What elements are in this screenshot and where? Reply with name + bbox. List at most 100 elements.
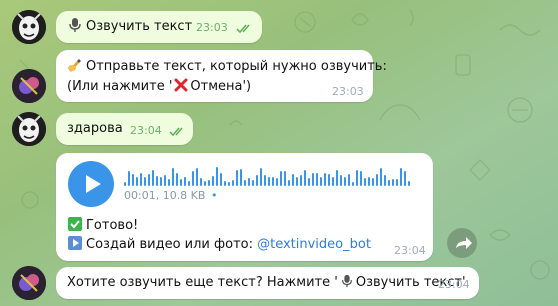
waveform-bar <box>380 168 382 186</box>
waveform-bar <box>296 177 298 186</box>
play-voice-button[interactable] <box>68 161 114 207</box>
waveform-bar <box>256 175 258 186</box>
waveform-bar <box>148 174 150 186</box>
waveform-bar <box>192 171 194 186</box>
waveform-bar <box>284 171 286 186</box>
waveform-bar <box>140 173 142 186</box>
waveform-bar <box>308 178 310 186</box>
waveform-bar <box>396 179 398 186</box>
outgoing-message[interactable]: Озвучить текст 23:03 <box>56 11 262 43</box>
waveform-bar <box>388 180 390 186</box>
waveform-bar <box>144 177 146 186</box>
waveform-bar <box>248 178 250 186</box>
waveform-bar <box>408 181 410 186</box>
forward-button[interactable] <box>447 228 477 258</box>
incoming-message[interactable]: Отправьте текст, который нужно озвучить:… <box>56 50 387 102</box>
waveform-bar <box>200 178 202 186</box>
cross-mark-icon <box>174 78 188 92</box>
waveform-bar <box>184 177 186 186</box>
microphone-icon <box>69 18 81 32</box>
play-button-icon <box>68 236 82 250</box>
writing-hand-icon <box>68 59 81 72</box>
read-checkmarks-icon <box>236 24 250 34</box>
waveform-bar <box>128 171 130 186</box>
incoming-voice-message[interactable]: 00:01, 10.8 KB • Готово! Создай видео ил… <box>56 153 433 261</box>
waveform-bar <box>260 168 262 186</box>
waveform-bar <box>344 177 346 186</box>
bot-link[interactable]: @textinvideo_bot <box>257 237 371 252</box>
waveform-bar <box>156 176 158 186</box>
waveform-bar <box>268 177 270 186</box>
message-text-line2-prefix: (Или нажмите ' <box>67 79 173 94</box>
voice-waveform[interactable] <box>124 164 412 186</box>
waveform-bar <box>276 178 278 186</box>
message-time: 23:04 <box>438 278 470 291</box>
message-time: 23:03 <box>196 21 228 34</box>
waveform-bar <box>160 177 162 186</box>
user-avatar[interactable] <box>12 112 46 146</box>
message-text-prefix: Хотите озвучить еще текст? Нажмите ' <box>67 275 338 290</box>
waveform-bar <box>196 168 198 186</box>
waveform-bar <box>292 174 294 186</box>
check-mark-button-icon <box>68 217 82 231</box>
waveform-bar <box>328 174 330 186</box>
waveform-bar <box>224 181 226 186</box>
waveform-bar <box>236 170 238 186</box>
waveform-bar <box>372 178 374 186</box>
message-text-line2: Создай видео или фото: <box>86 237 258 252</box>
waveform-bar <box>152 170 154 186</box>
waveform-bar <box>400 168 402 186</box>
waveform-bar <box>336 170 338 186</box>
microphone-icon <box>341 274 352 288</box>
message-text: Озвучить текст <box>86 19 193 34</box>
waveform-bar <box>316 173 318 186</box>
share-arrow-icon <box>456 237 472 249</box>
message-time: 23:04 <box>130 124 162 137</box>
waveform-bar <box>384 175 386 186</box>
waveform-bar <box>240 169 242 186</box>
message-time: 23:03 <box>332 85 364 98</box>
waveform-bar <box>376 174 378 186</box>
waveform-bar <box>364 178 366 186</box>
read-checkmarks-icon <box>169 127 183 137</box>
waveform-bar <box>232 180 234 186</box>
message-text-line1: Готово! <box>86 218 139 233</box>
waveform-bar <box>228 182 230 186</box>
message-text: здарова <box>67 121 123 136</box>
waveform-bar <box>348 174 350 186</box>
waveform-bar <box>312 173 314 186</box>
waveform-bar <box>216 167 218 186</box>
waveform-bar <box>164 175 166 186</box>
waveform-bar <box>304 170 306 186</box>
waveform-bar <box>404 171 406 186</box>
waveform-bar <box>288 180 290 186</box>
waveform-bar <box>132 174 134 186</box>
message-time: 23:04 <box>394 244 426 257</box>
outgoing-message[interactable]: здарова 23:04 <box>56 113 193 145</box>
waveform-bar <box>264 175 266 186</box>
waveform-bar <box>356 170 358 186</box>
incoming-message[interactable]: Хотите озвучить еще текст? Нажмите ' Озву… <box>56 267 479 299</box>
waveform-bar <box>176 173 178 186</box>
user-avatar[interactable] <box>12 10 46 44</box>
waveform-bar <box>172 168 174 186</box>
waveform-bar <box>340 175 342 186</box>
message-text-line2-suffix: Отмена') <box>190 79 252 94</box>
waveform-bar <box>252 180 254 186</box>
waveform-bar <box>168 179 170 186</box>
waveform-bar <box>368 177 370 186</box>
message-text-line1: Отправьте текст, который нужно озвучить: <box>86 59 387 74</box>
waveform-bar <box>320 177 322 186</box>
waveform-bar <box>212 176 214 186</box>
waveform-bar <box>324 173 326 186</box>
waveform-bar <box>136 177 138 186</box>
unplayed-dot: • <box>210 189 218 202</box>
waveform-bar <box>180 179 182 186</box>
waveform-bar <box>300 175 302 186</box>
bot-avatar[interactable] <box>12 69 46 103</box>
waveform-bar <box>244 180 246 186</box>
waveform-bar <box>280 171 282 186</box>
bot-avatar[interactable] <box>12 266 46 300</box>
waveform-bar <box>352 182 354 186</box>
waveform-bar <box>392 179 394 186</box>
